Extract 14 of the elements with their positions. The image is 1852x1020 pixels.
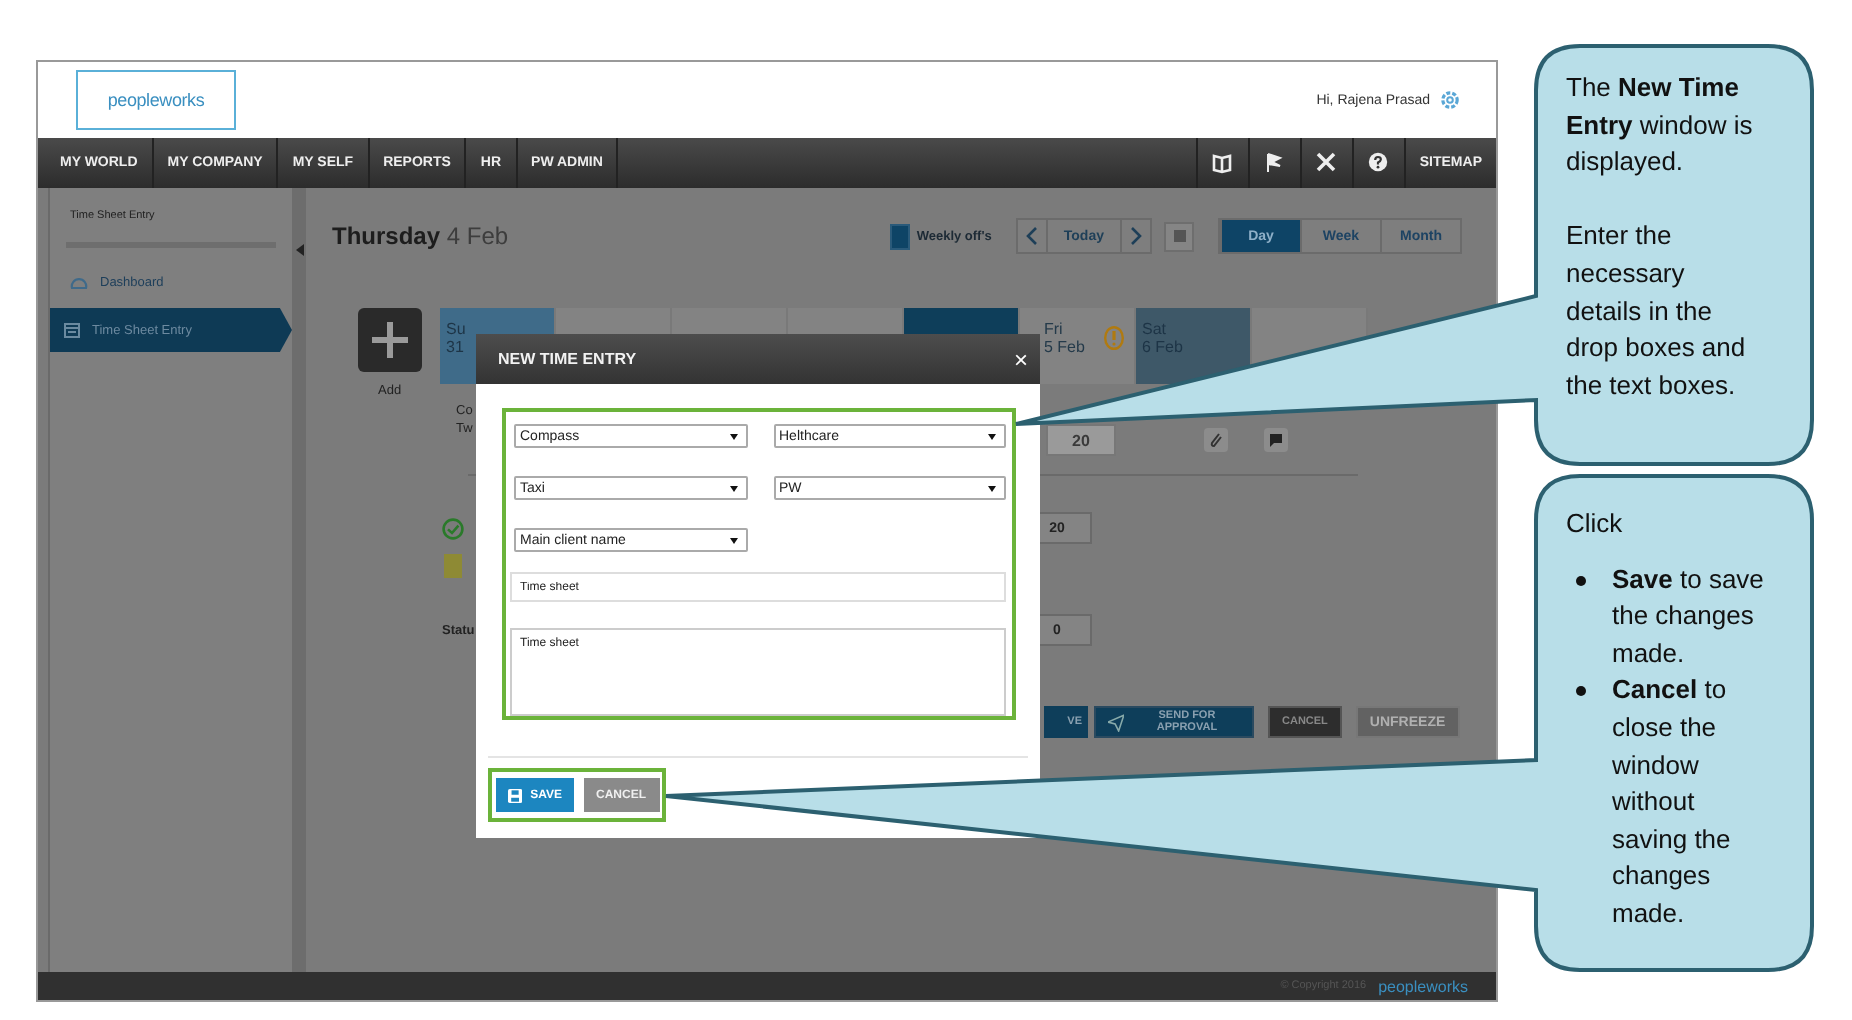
day-name: Su xyxy=(446,320,468,338)
callout-text: Save to save the changes made. xyxy=(1612,561,1766,672)
day-date: 31 xyxy=(446,338,466,356)
callout-text: Enter the necessary details in the drop boxes and the text boxes. xyxy=(1566,218,1748,404)
dialog-title: NEW TIME ENTRY xyxy=(498,350,637,368)
footer-logo: peopleworks xyxy=(1378,977,1468,995)
day-date: 5 Feb xyxy=(1044,338,1087,356)
day-name: Fri xyxy=(1044,320,1065,338)
callout-text: The New Time Entry window is displayed. xyxy=(1566,70,1755,181)
callout-text: Cancel to close the window without saving the changes made. xyxy=(1612,672,1733,932)
date-heading: Thursday 4 Feb xyxy=(332,222,509,250)
callout-text: Click xyxy=(1566,506,1625,542)
logo: peopleworks xyxy=(76,70,236,130)
hours-field: 20 xyxy=(1046,424,1116,456)
